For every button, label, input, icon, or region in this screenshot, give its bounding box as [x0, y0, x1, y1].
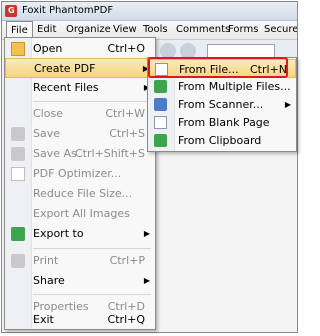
- menu-item-label: Recent Files: [33, 81, 99, 94]
- highlight-callout-frame: [148, 57, 288, 78]
- submenu-arrow-icon: ▶: [284, 100, 291, 109]
- menu-item-label: Open: [33, 42, 63, 55]
- menu-item-label: Save: [33, 127, 61, 140]
- menu-item-label: Reduce File Size...: [33, 187, 133, 200]
- menu-item-export-all-images[interactable]: Export All Images: [5, 204, 155, 224]
- title-bar: G Foxit PhantomPDF: [2, 2, 297, 21]
- menu-item-label: Print: [33, 254, 59, 267]
- menu-item-label: From Blank Page: [178, 116, 270, 129]
- menu-separator: [33, 248, 151, 249]
- menu-item-shortcut: Ctrl+Q: [107, 313, 145, 326]
- export-icon: [11, 227, 25, 241]
- menu-item-label: PDF Optimizer...: [33, 167, 122, 180]
- menu-separator: [33, 101, 151, 102]
- menu-item-recent-files[interactable]: Recent Files ▶: [5, 78, 155, 98]
- menu-item-label: Close: [33, 107, 63, 120]
- menu-item-print[interactable]: Print Ctrl+P: [5, 251, 155, 271]
- menu-item-save[interactable]: Save Ctrl+S: [5, 124, 155, 144]
- menu-item-share[interactable]: Share ▶: [5, 271, 155, 291]
- submenu-arrow-icon: ▶: [143, 229, 150, 238]
- window-title: Foxit PhantomPDF: [22, 5, 114, 16]
- menu-item-reduce-file-size[interactable]: Reduce File Size...: [5, 184, 155, 204]
- menu-item-shortcut: Ctrl+S: [109, 127, 145, 140]
- menu-item-label: Create PDF: [34, 62, 96, 75]
- submenu-item-from-scanner[interactable]: From Scanner... ▶: [148, 95, 296, 114]
- open-folder-icon: [11, 42, 25, 56]
- blank-page-icon: [154, 116, 167, 129]
- menu-item-exit[interactable]: Exit Ctrl+Q: [5, 310, 155, 330]
- menu-item-close[interactable]: Close Ctrl+W: [5, 104, 155, 124]
- print-icon: [11, 254, 25, 268]
- menu-item-open[interactable]: Open Ctrl+O: [5, 39, 155, 59]
- save-as-icon: [11, 147, 25, 161]
- submenu-item-from-multiple-files[interactable]: From Multiple Files...: [148, 77, 296, 96]
- menu-separator: [33, 294, 151, 295]
- menu-item-label: Share: [33, 274, 65, 287]
- menu-item-pdf-optimizer[interactable]: PDF Optimizer...: [5, 164, 155, 184]
- submenu-arrow-icon: ▶: [143, 276, 150, 285]
- menu-secure[interactable]: Secure: [260, 21, 297, 39]
- scanner-icon: [154, 98, 167, 111]
- file-menu: Open Ctrl+O Create PDF ▶ Recent Files ▶ …: [4, 37, 156, 330]
- pdf-optimizer-icon: [11, 167, 25, 181]
- foxit-app-icon: G: [5, 5, 17, 17]
- menu-item-label: Save As: [33, 147, 77, 160]
- menu-item-label: From Scanner...: [178, 98, 264, 111]
- menu-item-shortcut: Ctrl+P: [109, 254, 145, 267]
- menu-item-label: Export All Images: [33, 207, 130, 220]
- submenu-item-from-clipboard[interactable]: From Clipboard: [148, 131, 296, 150]
- menu-item-label: From Clipboard: [178, 134, 262, 147]
- menu-item-shortcut: Ctrl+W: [105, 107, 145, 120]
- menu-item-label: From Multiple Files...: [178, 80, 291, 93]
- menu-forms[interactable]: Forms: [224, 21, 262, 39]
- menu-item-shortcut: Ctrl+O: [107, 42, 145, 55]
- from-multiple-files-icon: [154, 80, 167, 93]
- menu-item-label: Export to: [33, 227, 84, 240]
- clipboard-icon: [154, 134, 167, 147]
- menu-item-label: Exit: [33, 313, 54, 326]
- submenu-item-from-blank-page[interactable]: From Blank Page: [148, 113, 296, 132]
- menu-item-export-to[interactable]: Export to ▶: [5, 224, 155, 244]
- menu-item-shortcut: Ctrl+Shift+S: [75, 147, 145, 160]
- save-icon: [11, 127, 25, 141]
- menu-item-create-pdf[interactable]: Create PDF ▶: [5, 58, 155, 78]
- menu-item-save-as[interactable]: Save As Ctrl+Shift+S: [5, 144, 155, 164]
